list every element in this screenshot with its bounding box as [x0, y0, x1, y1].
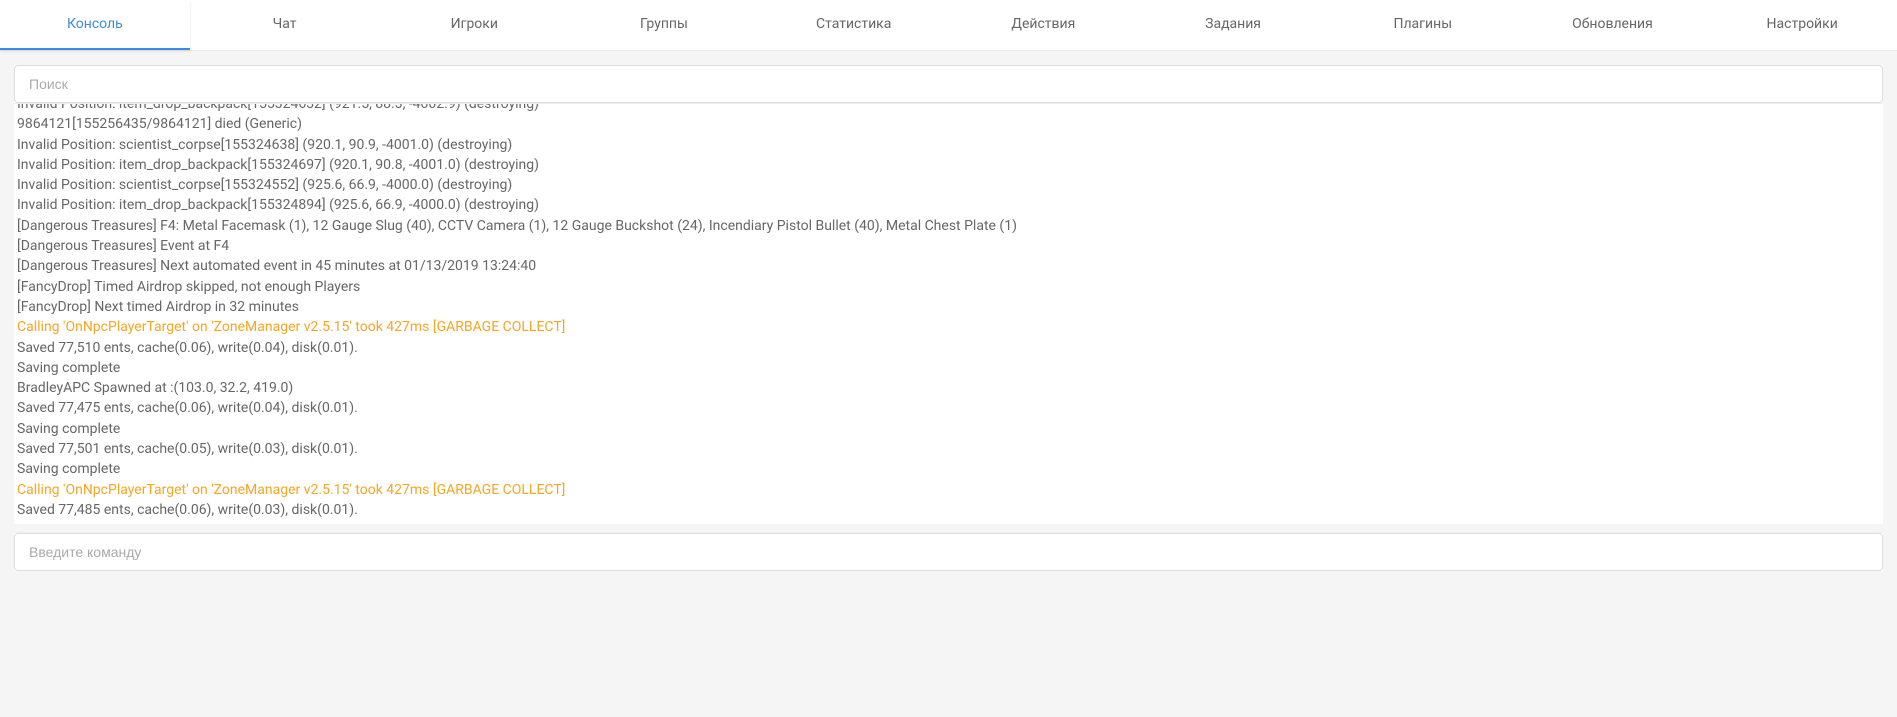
log-line: 9864121[155256435/9864121] died (Generic… — [16, 114, 1881, 134]
log-line: Saved 77,510 ents, cache(0.06), write(0.… — [16, 338, 1881, 358]
log-line: Invalid Position: item_drop_backpack[155… — [16, 104, 1881, 114]
console-log[interactable]: Invalid Position: item_drop_backpack[155… — [14, 104, 1883, 524]
command-input[interactable] — [14, 533, 1883, 571]
tab-players[interactable]: Игроки — [379, 0, 569, 50]
tab-tasks[interactable]: Задания — [1138, 0, 1328, 50]
log-line: Saved 77,501 ents, cache(0.05), write(0.… — [16, 439, 1881, 459]
log-line: [Dangerous Treasures] F4: Metal Facemask… — [16, 216, 1881, 236]
tab-actions[interactable]: Действия — [949, 0, 1139, 50]
log-line: BradleyAPC Spawned at :(103.0, 32.2, 419… — [16, 378, 1881, 398]
log-line: Saved 77,485 ents, cache(0.06), write(0.… — [16, 500, 1881, 520]
log-line: Calling 'OnNpcPlayerTarget' on 'ZoneMana… — [16, 480, 1881, 500]
tab-settings[interactable]: Настройки — [1707, 0, 1897, 50]
log-line: Invalid Position: scientist_corpse[15532… — [16, 135, 1881, 155]
log-line: Saving complete — [16, 459, 1881, 479]
tab-groups[interactable]: Группы — [569, 0, 759, 50]
log-line: Calling 'OnNpcPlayerTarget' on 'ZoneMana… — [16, 317, 1881, 337]
log-line: [Dangerous Treasures] Event at F4 — [16, 236, 1881, 256]
tab-updates[interactable]: Обновления — [1518, 0, 1708, 50]
tab-chat[interactable]: Чат — [190, 0, 380, 50]
log-line: Invalid Position: item_drop_backpack[155… — [16, 195, 1881, 215]
tab-statistics[interactable]: Статистика — [759, 0, 949, 50]
log-line: Invalid Position: scientist_corpse[15532… — [16, 175, 1881, 195]
tab-plugins[interactable]: Плагины — [1328, 0, 1518, 50]
log-line: Invalid Position: item_drop_backpack[155… — [16, 155, 1881, 175]
log-line: Saving complete — [16, 419, 1881, 439]
log-line: Saving complete — [16, 358, 1881, 378]
log-line: [FancyDrop] Next timed Airdrop in 32 min… — [16, 297, 1881, 317]
tabs-bar: Консоль Чат Игроки Группы Статистика Дей… — [0, 0, 1897, 51]
log-line: [FancyDrop] Timed Airdrop skipped, not e… — [16, 277, 1881, 297]
search-input[interactable] — [14, 65, 1883, 103]
tab-console[interactable]: Консоль — [0, 0, 190, 50]
log-line: [Dangerous Treasures] Next automated eve… — [16, 256, 1881, 276]
log-line: Saved 77,475 ents, cache(0.06), write(0.… — [16, 398, 1881, 418]
